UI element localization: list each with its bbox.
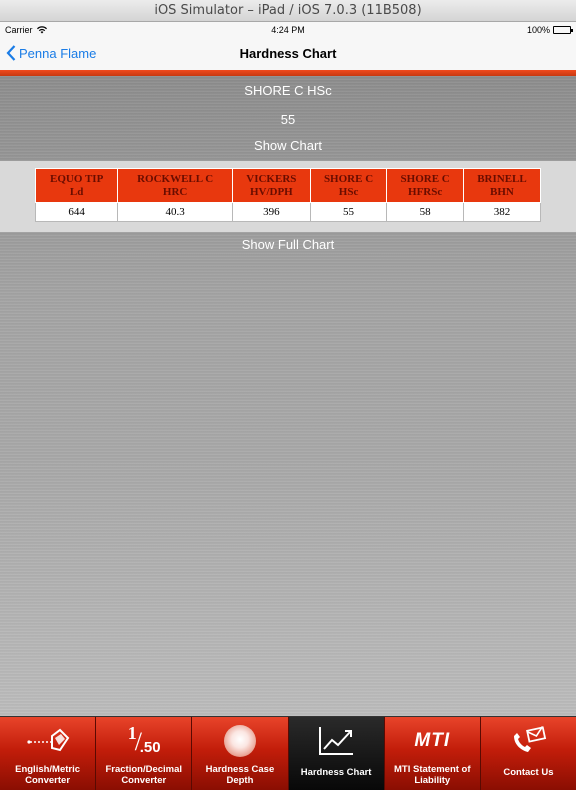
table-cell-shore-c-hfrsc: 58 — [386, 202, 464, 222]
status-bar: Carrier 4:24 PM 100% — [0, 22, 576, 38]
column-header-shore-c-hfrsc: SHORE C HFRSc — [386, 168, 464, 203]
column-header-rockwell-c: ROCKWELL C HRC — [117, 168, 233, 203]
tab-label: Hardness Case Depth — [205, 764, 275, 786]
table-header-row: EQUO TIP Ld ROCKWELL C HRC VICKERS HV/DPH S… — [34, 168, 542, 203]
phone-mail-icon — [481, 723, 576, 759]
show-full-chart-button[interactable]: Show Full Chart — [0, 237, 576, 252]
tab-bar: English/Metric Converter 1 / .50 Fraction… — [0, 716, 576, 790]
page-title: Hardness Chart — [239, 46, 337, 61]
column-header-brinell: BRINELL BHN — [462, 168, 542, 203]
table-cell-equo-tip: 644 — [34, 202, 119, 222]
main-content: SHORE C HSc 55 Show Chart EQUO TIP Ld ROC… — [0, 76, 576, 716]
column-header-vickers: VICKERS HV/DPH — [231, 168, 311, 203]
glow-orb-icon — [192, 723, 287, 759]
scale-selector[interactable]: SHORE C HSc — [0, 83, 576, 98]
battery-indicator: 100% — [526, 22, 573, 38]
table-cell-brinell: 382 — [462, 202, 542, 222]
table-row: 644 40.3 396 55 58 382 — [34, 202, 542, 222]
tab-contact-us[interactable]: Contact Us — [480, 717, 576, 790]
column-header-shore-c-hsc: SHORE C HSc — [309, 168, 388, 203]
tab-english-metric-converter[interactable]: English/Metric Converter — [0, 717, 97, 790]
line-chart-icon — [289, 723, 384, 759]
table-cell-rockwell-c: 40.3 — [117, 202, 233, 222]
hardness-value-field[interactable]: 55 — [0, 112, 576, 127]
table-cell-vickers: 396 — [231, 202, 311, 222]
status-time: 4:24 PM — [271, 25, 305, 35]
show-chart-button[interactable]: Show Chart — [0, 138, 576, 153]
battery-icon — [553, 26, 573, 34]
mti-logo-icon: MTI — [414, 730, 451, 751]
simulator-title-bar: iOS Simulator – iPad / iOS 7.0.3 (11B508… — [0, 0, 576, 22]
tab-hardness-case-depth[interactable]: Hardness Case Depth — [192, 717, 289, 790]
column-header-equo-tip: EQUO TIP Ld — [34, 168, 119, 203]
tab-fraction-decimal-converter[interactable]: 1 / .50 Fraction/Decimal Converter — [96, 717, 193, 790]
tab-mti-statement-of-liability[interactable]: MTI MTI Statement of Liability — [384, 717, 481, 790]
fraction-icon: 1 / .50 — [127, 723, 161, 756]
tab-label: English/Metric Converter — [15, 764, 81, 786]
tab-hardness-chart[interactable]: Hardness Chart — [288, 717, 385, 790]
tab-label: Hardness Chart — [300, 767, 372, 778]
tab-label: Fraction/Decimal Converter — [105, 764, 183, 786]
hardness-table: EQUO TIP Ld ROCKWELL C HRC VICKERS HV/DPH S… — [34, 168, 542, 222]
result-table-band: EQUO TIP Ld ROCKWELL C HRC VICKERS HV/DPH S… — [0, 161, 576, 232]
tab-label: Contact Us — [503, 767, 554, 778]
tab-label: MTI Statement of Liability — [394, 764, 471, 786]
battery-percent: 100% — [526, 25, 550, 35]
table-cell-shore-c-hsc: 55 — [309, 202, 388, 222]
navigation-bar: Penna Flame Hardness Chart — [0, 38, 576, 70]
ruler-measure-icon — [0, 723, 95, 759]
simulator-title: iOS Simulator – iPad / iOS 7.0.3 (11B508… — [154, 3, 422, 18]
